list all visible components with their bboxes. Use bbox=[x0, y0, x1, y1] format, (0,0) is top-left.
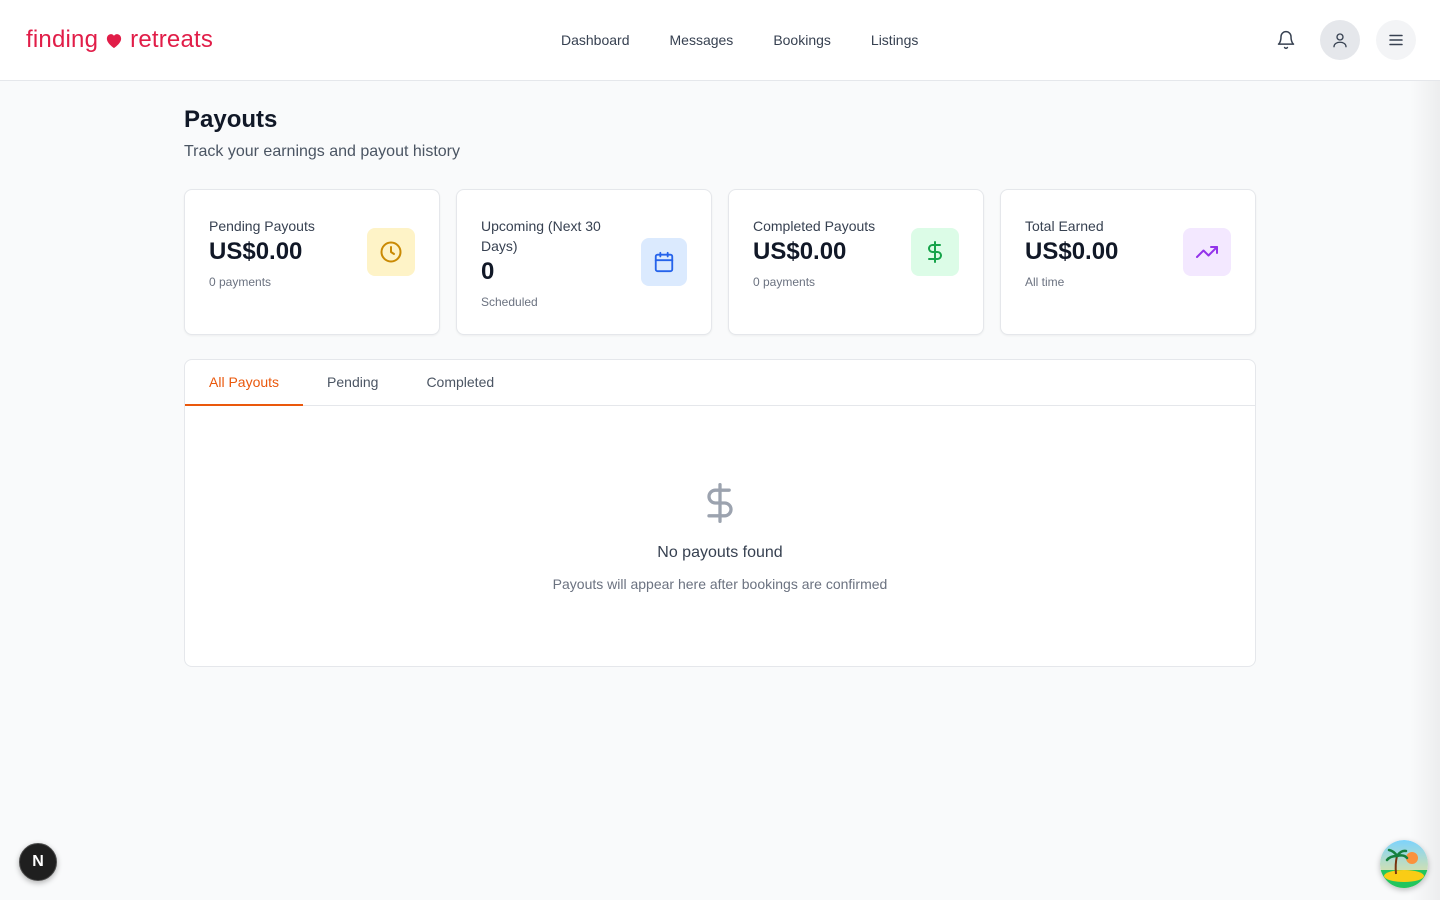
stat-value: US$0.00 bbox=[1025, 238, 1119, 265]
stat-label: Completed Payouts bbox=[753, 218, 876, 234]
profile-button[interactable] bbox=[1320, 20, 1360, 60]
page-subtitle: Track your earnings and payout history bbox=[184, 143, 460, 160]
stat-label: Total Earned bbox=[1025, 218, 1104, 234]
menu-icon bbox=[1389, 34, 1403, 46]
stat-sub: Scheduled bbox=[481, 295, 538, 309]
stat-icon-box bbox=[911, 228, 959, 276]
stat-icon-box bbox=[367, 228, 415, 276]
user-icon bbox=[1333, 33, 1347, 48]
stat-card-total: Total Earned US$0.00 All time bbox=[1000, 189, 1256, 335]
tab-all-payouts[interactable]: All Payouts bbox=[185, 360, 304, 406]
empty-dollar-icon bbox=[697, 478, 743, 528]
nav-messages[interactable]: Messages bbox=[650, 28, 754, 52]
stat-icon-box bbox=[1183, 228, 1231, 276]
top-header: finding retreats Dashboard Messages Book… bbox=[0, 0, 1440, 81]
notifications-button[interactable] bbox=[1266, 20, 1306, 60]
stat-icon-box bbox=[641, 238, 687, 286]
empty-state-description: Payouts will appear here after bookings … bbox=[552, 576, 888, 592]
empty-state-title: No payouts found bbox=[657, 544, 783, 561]
nav-dashboard[interactable]: Dashboard bbox=[541, 28, 650, 52]
stat-card-upcoming: Upcoming (Next 30 Days) 0 Scheduled bbox=[456, 189, 712, 335]
page-title: Payouts bbox=[184, 106, 278, 133]
nav-bookings[interactable]: Bookings bbox=[753, 28, 851, 52]
main-nav: Dashboard Messages Bookings Listings bbox=[541, 28, 938, 52]
bell-icon bbox=[1277, 30, 1295, 50]
beach-icon bbox=[1380, 840, 1428, 888]
clock-icon bbox=[380, 241, 402, 263]
stat-card-completed: Completed Payouts US$0.00 0 payments bbox=[728, 189, 984, 335]
stat-value: US$0.00 bbox=[753, 238, 847, 265]
trending-up-icon bbox=[1196, 246, 1218, 258]
nav-listings[interactable]: Listings bbox=[851, 28, 938, 52]
tab-completed[interactable]: Completed bbox=[402, 360, 518, 406]
stat-label: Pending Payouts bbox=[209, 218, 315, 234]
heart-icon bbox=[104, 30, 124, 50]
payout-tabs: All Payouts Pending Completed bbox=[185, 360, 1255, 406]
edge-shadow bbox=[1410, 81, 1440, 900]
calendar-icon bbox=[654, 251, 674, 273]
dev-tools-badge[interactable]: N bbox=[19, 843, 57, 881]
stat-sub: 0 payments bbox=[753, 275, 816, 289]
dollar-icon bbox=[928, 241, 942, 263]
stat-label: Upcoming (Next 30 Days) bbox=[481, 218, 601, 254]
tab-pending[interactable]: Pending bbox=[303, 360, 402, 406]
payouts-panel: All Payouts Pending Completed No payouts… bbox=[184, 359, 1256, 667]
stat-card-pending: Pending Payouts US$0.00 0 payments bbox=[184, 189, 440, 335]
menu-button[interactable] bbox=[1376, 20, 1416, 60]
stat-sub: 0 payments bbox=[209, 275, 272, 289]
brand-text-left: finding bbox=[26, 26, 99, 53]
brand-logo[interactable]: finding retreats bbox=[26, 24, 213, 56]
brand-text-right: retreats bbox=[130, 26, 214, 53]
stat-value: 0 bbox=[481, 258, 495, 285]
support-avatar[interactable] bbox=[1380, 840, 1428, 888]
stat-value: US$0.00 bbox=[209, 238, 303, 265]
stat-sub: All time bbox=[1025, 275, 1065, 289]
